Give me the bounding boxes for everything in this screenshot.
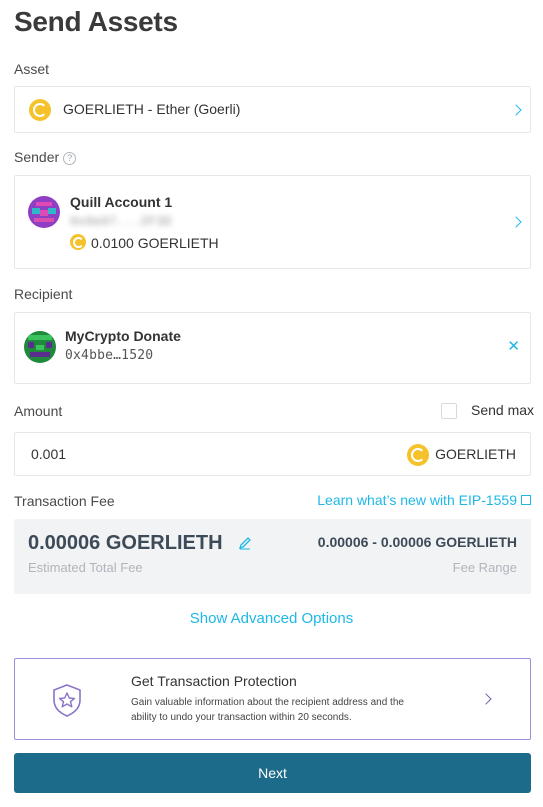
goerli-coin-icon bbox=[407, 444, 429, 466]
page-title: Send Assets bbox=[14, 6, 178, 37]
protection-title: Get Transaction Protection bbox=[131, 673, 297, 689]
chevron-right-icon bbox=[510, 216, 522, 228]
recipient-name: MyCrypto Donate bbox=[65, 328, 181, 344]
amount-unit: GOERLIETH bbox=[435, 446, 516, 462]
sender-balance: 0.0100 GOERLIETH bbox=[91, 235, 219, 251]
shield-star-icon bbox=[53, 684, 81, 717]
recipient-label: Recipient bbox=[14, 286, 73, 302]
goerli-coin-icon bbox=[29, 99, 51, 121]
sender-avatar bbox=[28, 196, 60, 228]
fee-range: 0.00006 - 0.00006 GOERLIETH bbox=[317, 534, 517, 550]
pencil-icon[interactable] bbox=[238, 536, 252, 550]
chevron-right-icon bbox=[510, 104, 522, 116]
transaction-protection-card[interactable]: Get Transaction Protection Gain valuable… bbox=[14, 658, 531, 740]
amount-label: Amount bbox=[14, 403, 63, 419]
goerli-coin-icon bbox=[70, 234, 86, 250]
fee-panel: 0.00006 GOERLIETH Estimated Total Fee 0.… bbox=[14, 519, 531, 594]
protection-description: Gain valuable information about the reci… bbox=[131, 697, 404, 723]
fee-total: 0.00006 GOERLIETH bbox=[28, 532, 223, 554]
eip-1559-link-text: Learn what’s new with EIP-1559 bbox=[317, 492, 517, 508]
chevron-right-icon bbox=[480, 693, 492, 705]
send-max-checkbox[interactable] bbox=[441, 403, 457, 419]
sender-address: 0x8a97...2F3D bbox=[70, 214, 172, 229]
fee-total-sub: Estimated Total Fee bbox=[28, 560, 143, 575]
fee-range-sub: Fee Range bbox=[452, 560, 517, 575]
asset-value: GOERLIETH - Ether (Goerli) bbox=[63, 101, 241, 117]
send-max-label[interactable]: Send max bbox=[471, 402, 534, 418]
sender-selector[interactable]: Quill Account 1 0x8a97...2F3D 0.0100 GOE… bbox=[14, 175, 531, 269]
close-icon[interactable]: ✕ bbox=[507, 339, 520, 354]
sender-label-text: Sender bbox=[14, 149, 60, 165]
show-advanced-options-button[interactable]: Show Advanced Options bbox=[0, 610, 543, 627]
external-link-icon bbox=[521, 495, 531, 505]
recipient-avatar bbox=[24, 331, 56, 363]
question-icon[interactable]: ? bbox=[63, 152, 77, 165]
next-button[interactable]: Next bbox=[14, 753, 531, 793]
fee-label: Transaction Fee bbox=[14, 493, 115, 509]
eip-1559-link[interactable]: Learn what’s new with EIP-1559 bbox=[317, 492, 531, 508]
sender-account-name: Quill Account 1 bbox=[70, 194, 173, 210]
recipient-address: 0x4bbe…1520 bbox=[65, 348, 154, 363]
recipient-field[interactable]: MyCrypto Donate 0x4bbe…1520 ✕ bbox=[14, 312, 531, 384]
asset-selector[interactable]: GOERLIETH - Ether (Goerli) bbox=[14, 86, 531, 133]
amount-input[interactable]: 0.001 GOERLIETH bbox=[14, 432, 531, 476]
amount-value[interactable]: 0.001 bbox=[31, 446, 66, 462]
asset-label: Asset bbox=[14, 61, 50, 77]
sender-label: Sender? bbox=[14, 149, 77, 165]
